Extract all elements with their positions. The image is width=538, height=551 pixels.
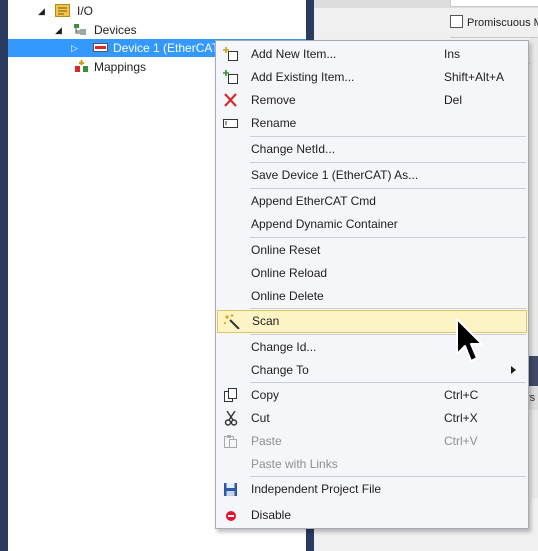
menu-item-label: Independent Project File: [251, 482, 382, 496]
remove-x-icon: [224, 93, 237, 107]
disable-icon: [226, 511, 236, 521]
menu-item-label: Paste with Links: [251, 457, 338, 471]
menu-item-label: Online Reload: [251, 266, 328, 280]
menu-item-paste[interactable]: Paste Ctrl+V: [216, 430, 528, 453]
add-new-item-icon: [223, 47, 238, 61]
menu-item-paste-with-links[interactable]: Paste with Links: [216, 453, 528, 476]
checkbox-box[interactable]: [450, 15, 463, 28]
tree-item-label: Mappings: [94, 60, 147, 74]
tree-item-io[interactable]: ◢ I/O: [8, 2, 306, 20]
collapse-arrow-icon[interactable]: ◢: [55, 21, 62, 39]
tree-item-label: I/O: [77, 4, 94, 18]
menu-separator: [250, 136, 526, 137]
menu-item-label: Add Existing Item...: [251, 70, 355, 84]
menu-item-shortcut: Ctrl+X: [444, 411, 478, 425]
menu-item-label: Scan: [252, 314, 280, 328]
menu-item-label: Save Device 1 (EtherCAT) As...: [251, 168, 419, 182]
menu-item-label: Append Dynamic Container: [251, 217, 398, 231]
menu-item-change-netid[interactable]: Change NetId...: [216, 138, 528, 161]
tree-item-label: Devices: [94, 23, 137, 37]
menu-item-label: Rename: [251, 116, 297, 130]
menu-item-label: Append EtherCAT Cmd: [251, 194, 376, 208]
mappings-icon: [75, 60, 88, 72]
menu-separator: [250, 162, 526, 163]
menu-item-remove[interactable]: Remove Del: [216, 89, 528, 112]
menu-item-save-device-as[interactable]: Save Device 1 (EtherCAT) As...: [216, 164, 528, 187]
menu-item-shortcut: Del: [444, 93, 463, 107]
collapse-arrow-icon[interactable]: ◢: [38, 2, 45, 20]
menu-item-rename[interactable]: Rename: [216, 112, 528, 135]
menu-item-label: Change NetId...: [251, 142, 336, 156]
tree-item-label: Device 1 (EtherCAT): [113, 41, 223, 55]
tree-item-devices[interactable]: ◢ Devices: [8, 21, 306, 39]
panel-edge: [530, 38, 538, 498]
promiscuous-mode-checkbox[interactable]: Promiscuous M: [450, 15, 538, 29]
menu-item-label: Paste: [251, 434, 282, 448]
cut-scissors-icon: [224, 411, 238, 426]
menu-item-online-reset[interactable]: Online Reset: [216, 239, 528, 262]
add-existing-item-icon: [223, 70, 238, 84]
address-field[interactable]: [450, 0, 538, 7]
menu-item-add-existing-item[interactable]: Add Existing Item... Shift+Alt+A: [216, 66, 528, 89]
menu-item-independent-project-file[interactable]: Independent Project File: [216, 478, 528, 501]
menu-separator: [250, 308, 526, 309]
copy-icon: [224, 388, 237, 402]
mouse-pointer-icon: [456, 318, 483, 362]
menu-item-label: Change Id...: [251, 340, 317, 354]
expand-arrow-icon[interactable]: ▷: [71, 39, 78, 57]
menu-item-label: Add New Item...: [251, 47, 337, 61]
menu-item-online-delete[interactable]: Online Delete: [216, 285, 528, 308]
menu-separator: [250, 382, 526, 383]
menu-item-online-reload[interactable]: Online Reload: [216, 262, 528, 285]
context-menu: Add New Item... Ins Add Existing Item...…: [215, 40, 529, 529]
menu-item-cut[interactable]: Cut Ctrl+X: [216, 407, 528, 430]
ethercat-device-icon: [93, 43, 108, 52]
menu-item-label: Copy: [251, 388, 280, 402]
menu-separator: [250, 188, 526, 189]
menu-item-label: Online Reset: [251, 243, 321, 257]
menu-item-label: Disable: [251, 508, 292, 522]
menu-item-label: Remove: [251, 93, 296, 107]
menu-item-append-dynamic-container[interactable]: Append Dynamic Container: [216, 213, 528, 236]
submenu-arrow-icon: [511, 366, 516, 374]
menu-item-disable[interactable]: Disable: [216, 504, 528, 527]
menu-item-shortcut: Ctrl+V: [444, 434, 478, 448]
menu-item-label: Online Delete: [251, 289, 324, 303]
menu-item-copy[interactable]: Copy Ctrl+C: [216, 384, 528, 407]
paste-icon: [224, 435, 237, 448]
menu-item-append-ethercat-cmd[interactable]: Append EtherCAT Cmd: [216, 190, 528, 213]
menu-separator: [250, 237, 526, 238]
menu-item-shortcut: Ctrl+C: [444, 388, 479, 402]
menu-item-add-new-item[interactable]: Add New Item... Ins: [216, 43, 528, 66]
devices-icon: [74, 24, 86, 35]
menu-item-label: Change To: [251, 363, 309, 377]
rename-icon: [223, 119, 238, 128]
io-folder-icon: [55, 4, 70, 17]
menu-separator: [250, 476, 526, 477]
divider: [450, 37, 538, 38]
menu-item-shortcut: Shift+Alt+A: [444, 70, 505, 84]
promiscuous-label: Promiscuous M: [467, 17, 538, 29]
menu-item-label: Cut: [251, 411, 270, 425]
scan-wand-icon: [224, 314, 240, 329]
menu-item-shortcut: Ins: [444, 47, 461, 61]
save-floppy-icon: [224, 483, 237, 496]
